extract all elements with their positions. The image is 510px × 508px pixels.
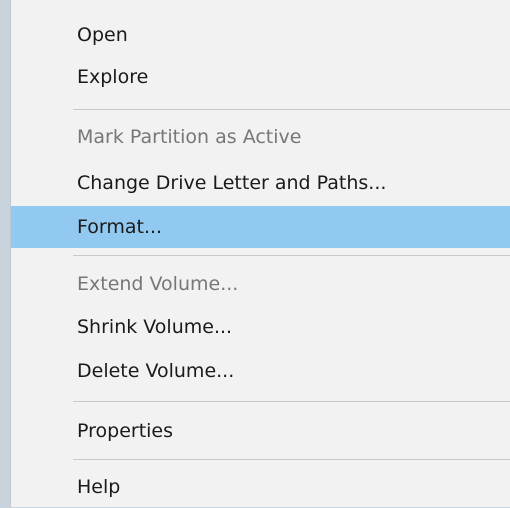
menu-item-change-drive-letter[interactable]: Change Drive Letter and Paths...	[11, 162, 510, 204]
menu-item-help[interactable]: Help	[11, 466, 510, 508]
menu-item-open[interactable]: Open	[11, 14, 510, 56]
menu-separator	[73, 459, 510, 460]
menu-item-extend-volume: Extend Volume...	[77, 273, 239, 295]
menu-separator	[73, 401, 510, 402]
menu-item-mark-partition-active: Mark Partition as Active	[77, 126, 302, 148]
menu-item-explore[interactable]: Explore	[11, 56, 510, 98]
menu-item-properties[interactable]: Properties	[11, 410, 510, 452]
menu-separator	[73, 109, 510, 110]
menu-item-format[interactable]: Format...	[11, 206, 510, 248]
menu-separator	[73, 255, 510, 256]
menu-item-delete-volume[interactable]: Delete Volume...	[11, 350, 510, 392]
context-menu: Open Explore Mark Partition as Active Ch…	[10, 0, 510, 507]
menu-item-shrink-volume[interactable]: Shrink Volume...	[11, 306, 510, 348]
